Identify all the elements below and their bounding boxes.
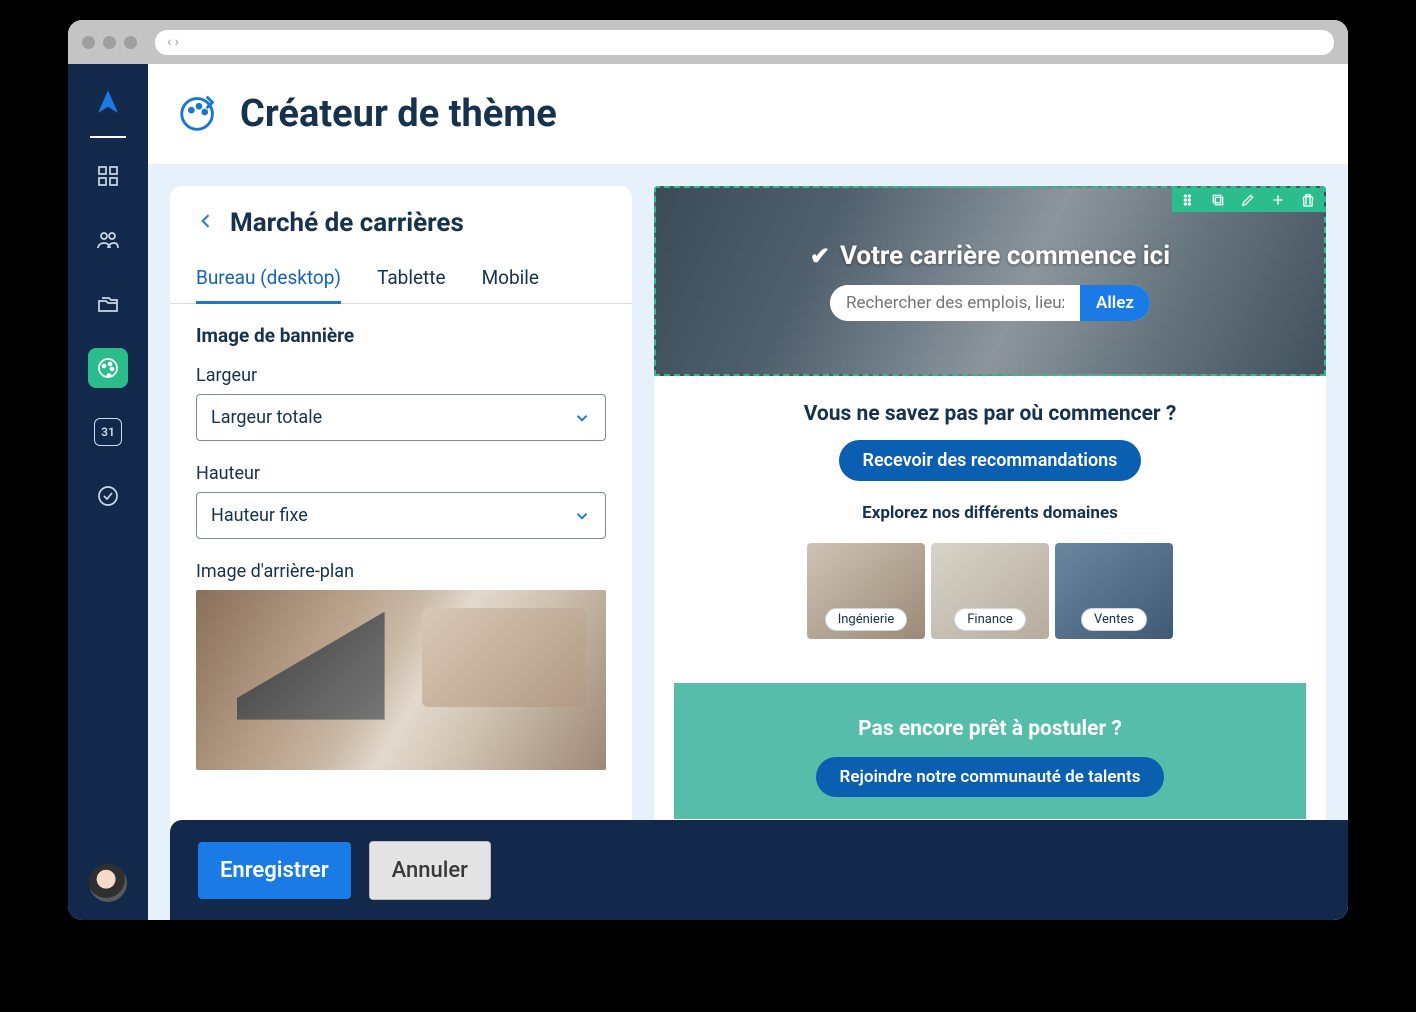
chevron-down-icon <box>573 409 591 427</box>
help-heading: Vous ne savez pas par où commencer ? <box>804 402 1177 426</box>
height-label: Hauteur <box>196 463 606 484</box>
join-community-button[interactable]: Rejoindre notre communauté de talents <box>816 757 1165 797</box>
traffic-dot[interactable] <box>82 36 95 49</box>
action-bar: Enregistrer Annuler <box>170 820 1348 920</box>
section-title: Image de bannière <box>196 324 606 347</box>
app-logo-icon[interactable] <box>93 88 123 122</box>
bg-image-preview[interactable] <box>196 590 606 770</box>
dashboard-icon[interactable] <box>88 156 128 196</box>
user-avatar[interactable] <box>89 864 127 902</box>
banner-heading: Votre carrière commence ici <box>840 241 1170 271</box>
domain-label: Ventes <box>1081 608 1147 631</box>
page-header: Créateur de thème <box>148 64 1348 164</box>
live-preview: ✔ Votre carrière commence ici Allez Vous… <box>654 186 1326 920</box>
bg-image-label: Image d'arrière-plan <box>196 561 606 582</box>
nav-arrows-icon: ‹ › <box>167 34 179 50</box>
cancel-button[interactable]: Annuler <box>369 841 491 900</box>
url-bar[interactable]: ‹ › <box>155 30 1334 55</box>
copy-icon[interactable] <box>1210 192 1226 208</box>
drag-handle-icon[interactable] <box>1180 192 1196 208</box>
edit-icon[interactable] <box>1240 192 1256 208</box>
device-tabs: Bureau (desktop) Tablette Mobile <box>170 252 632 304</box>
width-label: Largeur <box>196 365 606 386</box>
domain-card-sales[interactable]: Ventes <box>1055 543 1173 639</box>
width-select[interactable]: Largeur totale <box>196 394 606 441</box>
recommendations-button[interactable]: Recevoir des recommandations <box>839 440 1142 481</box>
tab-mobile[interactable]: Mobile <box>482 252 539 303</box>
people-icon[interactable] <box>88 220 128 260</box>
banner-block[interactable]: ✔ Votre carrière commence ici Allez <box>654 186 1326 376</box>
check-circle-icon[interactable] <box>88 476 128 516</box>
height-select[interactable]: Hauteur fixe <box>196 492 606 539</box>
folders-icon[interactable] <box>88 284 128 324</box>
domain-label: Finance <box>954 608 1025 631</box>
panel-title: Marché de carrières <box>230 208 464 238</box>
tab-tablet[interactable]: Tablette <box>377 252 446 303</box>
calendar-icon[interactable]: 31 <box>88 412 128 452</box>
cta-section: Pas encore prêt à postuler ? Rejoindre n… <box>674 683 1306 819</box>
back-button[interactable] <box>196 211 216 235</box>
window-controls <box>82 36 137 49</box>
sidebar-divider <box>90 136 126 138</box>
domain-label: Ingénierie <box>825 608 908 631</box>
domain-card-engineering[interactable]: Ingénierie <box>807 543 925 639</box>
settings-panel: Marché de carrières Bureau (desktop) Tab… <box>170 186 632 920</box>
domain-card-finance[interactable]: Finance <box>931 543 1049 639</box>
add-icon[interactable] <box>1270 192 1286 208</box>
tab-desktop[interactable]: Bureau (desktop) <box>196 252 341 304</box>
block-toolbar <box>1172 188 1324 212</box>
height-value: Hauteur fixe <box>211 505 308 526</box>
traffic-dot[interactable] <box>103 36 116 49</box>
width-value: Largeur totale <box>211 407 322 428</box>
page-title: Créateur de thème <box>240 92 557 136</box>
search-input[interactable] <box>830 285 1080 321</box>
save-button[interactable]: Enregistrer <box>198 842 351 899</box>
theme-builder-icon[interactable] <box>88 348 128 388</box>
search-go-button[interactable]: Allez <box>1080 285 1150 321</box>
sidebar: 31 <box>68 64 148 920</box>
browser-chrome: ‹ › <box>68 20 1348 64</box>
delete-icon[interactable] <box>1300 192 1316 208</box>
traffic-dot[interactable] <box>124 36 137 49</box>
domains-heading: Explorez nos différents domaines <box>862 503 1118 523</box>
banner-search: Allez <box>830 285 1150 321</box>
brand-mark-icon: ✔ <box>810 242 830 270</box>
palette-icon <box>176 89 222 139</box>
cta-heading: Pas encore prêt à postuler ? <box>858 717 1122 741</box>
chevron-down-icon <box>573 507 591 525</box>
